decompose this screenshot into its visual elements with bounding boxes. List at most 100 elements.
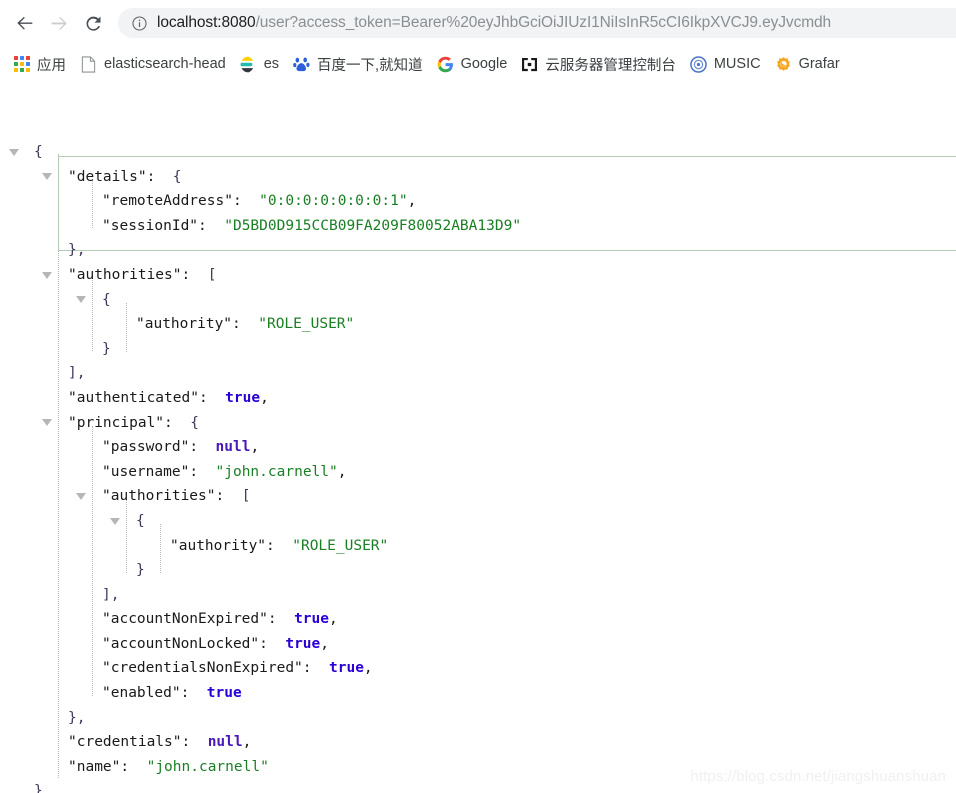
bookmark-label: 百度一下,就知道	[317, 57, 423, 74]
json-key: "password"	[102, 439, 190, 456]
json-token: }	[136, 562, 145, 579]
json-line: "authority": "ROLE_USER"	[0, 534, 956, 559]
json-colon: :	[198, 389, 208, 406]
json-token: {	[136, 512, 145, 529]
arrow-left-icon	[17, 16, 33, 30]
bookmark-grafana[interactable]: Grafar	[768, 51, 847, 77]
json-token: {	[172, 168, 182, 185]
document-icon	[80, 55, 97, 73]
json-line: {	[0, 288, 956, 313]
json-line: "authorities": [	[0, 263, 956, 288]
bookmark-apps[interactable]: 应用	[6, 51, 73, 77]
address-bar[interactable]: localhost:8080/user?access_token=Bearer%…	[118, 8, 956, 38]
json-value: true	[225, 389, 261, 406]
json-value: null	[215, 439, 251, 456]
json-line: "credentials": null,	[0, 730, 956, 755]
bookmark-es[interactable]: es	[233, 51, 286, 77]
json-key: "username"	[102, 463, 190, 480]
json-line: "username": "john.carnell",	[0, 460, 956, 485]
json-key: "credentials"	[68, 734, 182, 751]
collapse-triangle-authorities[interactable]	[41, 263, 53, 288]
json-key: "authenticated"	[68, 389, 199, 406]
json-colon: :	[181, 734, 191, 751]
json-line: },	[0, 238, 956, 263]
json-value: "john.carnell"	[215, 463, 338, 480]
json-line: "authority": "ROLE_USER"	[0, 312, 956, 337]
json-line: {	[0, 140, 956, 165]
json-line: {	[0, 509, 956, 534]
json-token: {	[102, 291, 111, 308]
json-comma: ,	[329, 611, 338, 628]
bookmark-baidu[interactable]: 百度一下,就知道	[286, 51, 430, 77]
json-line: "authorities": [	[0, 484, 956, 509]
json-key: "credentialsNonExpired"	[102, 660, 303, 677]
reload-button[interactable]	[76, 6, 110, 40]
json-token: {	[34, 144, 43, 160]
back-button[interactable]	[8, 6, 42, 40]
json-value: null	[207, 734, 243, 751]
json-colon: :	[146, 168, 156, 185]
json-colon: :	[232, 193, 242, 210]
browser-toolbar: localhost:8080/user?access_token=Bearer%…	[0, 0, 956, 46]
bookmark-label: MUSIC	[713, 56, 761, 72]
apps-grid-icon	[13, 56, 30, 73]
json-line: "remoteAddress": "0:0:0:0:0:0:0:1",	[0, 189, 956, 214]
collapse-triangle-principal-authorities-item[interactable]	[109, 509, 121, 534]
json-token: }	[34, 783, 43, 793]
bookmark-label: elasticsearch-head	[104, 56, 226, 72]
url-path: /user?access_token=Bearer%20eyJhbGciOiJI…	[255, 14, 832, 31]
json-key: "name"	[68, 758, 121, 775]
json-value: true	[294, 611, 329, 628]
watermark: https://blog.csdn.net/jiangshuanshuan	[690, 768, 946, 785]
json-colon: :	[198, 217, 207, 234]
bookmark-cloud-console[interactable]: 云服务器管理控制台	[514, 51, 683, 77]
json-line: }	[0, 337, 956, 362]
json-key: "principal"	[68, 414, 165, 431]
json-key: "accountNonExpired"	[102, 611, 268, 628]
json-comma: ,	[363, 660, 373, 677]
collapse-triangle-details[interactable]	[41, 165, 53, 190]
json-key: "accountNonLocked"	[102, 635, 260, 652]
json-line: "accountNonLocked": true,	[0, 632, 956, 657]
json-token: }	[102, 340, 111, 357]
page-content: { "details": { "remoteAddress": "0:0:0:0…	[0, 82, 956, 793]
json-token: ],	[102, 586, 120, 603]
bookmark-label: 云服务器管理控制台	[545, 57, 676, 74]
json-line: "details": {	[0, 165, 956, 190]
json-token: {	[190, 414, 199, 431]
json-colon: :	[120, 758, 130, 775]
json-comma: ,	[407, 193, 417, 210]
reload-icon	[86, 16, 100, 31]
json-value: "D5BD0D915CCB09FA209F80052ABA13D9"	[224, 217, 522, 234]
bookmark-elasticsearch-head[interactable]: elasticsearch-head	[73, 51, 233, 77]
json-value: "ROLE_USER"	[292, 537, 389, 554]
json-value: true	[206, 685, 242, 702]
baidu-icon	[293, 56, 310, 73]
json-colon: :	[189, 439, 199, 456]
bookmark-label: 应用	[37, 57, 66, 74]
info-circle-icon[interactable]	[131, 15, 148, 32]
url-text: localhost:8080/user?access_token=Bearer%…	[157, 14, 831, 32]
collapse-triangle-authorities-item[interactable]	[75, 288, 87, 313]
google-icon	[437, 56, 454, 73]
json-comma: ,	[337, 463, 347, 480]
json-key: "remoteAddress"	[102, 193, 233, 210]
json-line: ],	[0, 361, 956, 386]
json-token: [	[241, 488, 251, 505]
arrow-right-icon	[51, 16, 67, 31]
collapse-triangle-principal-authorities[interactable]	[75, 484, 87, 509]
bookmark-label: Grafar	[798, 56, 840, 72]
collapse-triangle-root[interactable]	[8, 140, 20, 165]
json-key: "details"	[68, 168, 147, 185]
collapse-triangle-principal[interactable]	[41, 411, 53, 436]
bookmarks-bar: 应用 elasticsearch-head es 百度一下,就知道 Google…	[0, 46, 956, 82]
bookmark-label: es	[263, 56, 280, 72]
json-value: true	[285, 635, 321, 652]
forward-button[interactable]	[42, 6, 76, 40]
bookmark-google[interactable]: Google	[430, 51, 515, 77]
bookmark-music[interactable]: MUSIC	[683, 51, 768, 77]
grafana-icon	[775, 56, 792, 73]
json-colon: :	[164, 414, 173, 431]
json-line: "authenticated": true,	[0, 386, 956, 411]
json-token: ],	[68, 365, 86, 382]
